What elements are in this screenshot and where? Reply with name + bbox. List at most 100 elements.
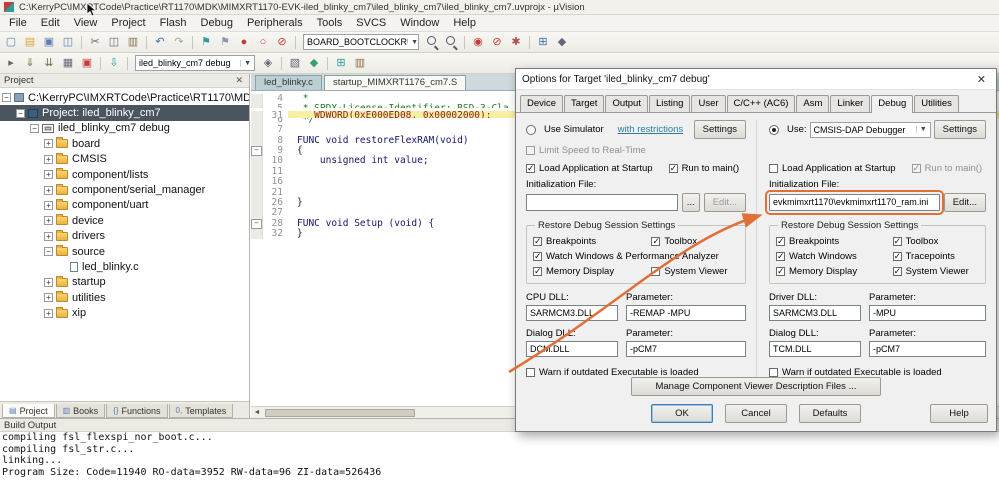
tree-expander-icon[interactable]: − <box>2 93 11 103</box>
books-icon[interactable]: ▥ <box>351 54 369 72</box>
find-in-files-icon[interactable] <box>423 33 441 51</box>
dialog-dll-input[interactable] <box>526 341 618 358</box>
search-icon[interactable] <box>442 33 460 51</box>
panel-tab-project[interactable]: ▤ Project <box>2 404 55 418</box>
tree-expander-icon[interactable]: + <box>44 277 53 287</box>
dialog-tab[interactable]: Utilities <box>914 95 959 112</box>
scroll-left-icon[interactable]: ◄ <box>251 409 263 416</box>
panel-tab-functions[interactable]: {} Functions <box>106 404 168 418</box>
new-file-icon[interactable]: ▢ <box>2 33 20 51</box>
menu-item[interactable]: Debug <box>194 16 240 30</box>
debugger-settings-button[interactable]: Settings <box>933 120 986 140</box>
dialog-tab[interactable]: Output <box>605 95 648 112</box>
run-to-main-checkbox[interactable]: Run to main() <box>668 163 739 174</box>
rebuild-icon[interactable]: ⇊ <box>40 54 58 72</box>
tree-expander-icon[interactable]: + <box>44 139 53 149</box>
tree-expander-icon[interactable]: + <box>44 231 53 241</box>
tree-expander-icon[interactable]: − <box>30 123 39 133</box>
dialog-param-input[interactable] <box>869 341 986 358</box>
tree-expander-icon[interactable]: − <box>16 108 25 118</box>
download-icon[interactable]: ⇩ <box>105 54 123 72</box>
stop-build-icon[interactable]: ▣ <box>78 54 96 72</box>
dialog-param-input[interactable] <box>626 341 746 358</box>
configure-icon[interactable]: ◆ <box>553 33 571 51</box>
dialog-tab[interactable]: User <box>691 95 726 112</box>
fold-icon[interactable] <box>251 135 263 146</box>
scroll-thumb[interactable] <box>265 408 415 417</box>
edit-init-button[interactable]: Edit... <box>943 192 986 212</box>
menu-item[interactable]: Flash <box>153 16 194 30</box>
use-simulator-radio[interactable]: Use Simulator <box>526 124 604 135</box>
file-extensions-icon[interactable]: ▧ <box>286 54 304 72</box>
menu-item[interactable]: Edit <box>34 16 67 30</box>
tree-expander-icon[interactable]: + <box>44 170 53 180</box>
editor-tab-led-blinky[interactable]: led_blinky.c <box>255 75 322 90</box>
tree-item-utilities[interactable]: + utilities <box>0 290 249 305</box>
cpu-dll-input[interactable] <box>526 305 618 322</box>
menu-item[interactable]: Peripherals <box>240 16 310 30</box>
init-file-input[interactable] <box>526 193 678 211</box>
tree-item-component-serial-manager[interactable]: + component/serial_manager <box>0 182 249 197</box>
ok-button[interactable]: OK <box>651 404 713 423</box>
tree-item-component-uart[interactable]: + component/uart <box>0 198 249 213</box>
batch-build-icon[interactable]: ▦ <box>59 54 77 72</box>
use-debugger-radio[interactable]: Use: <box>769 124 807 135</box>
warn-outdated-checkbox[interactable]: Warn if outdated Executable is loaded <box>526 367 699 378</box>
start-stop-debug-icon[interactable]: ◉ <box>469 33 487 51</box>
run-to-main-checkbox[interactable]: Run to main() <box>911 163 982 174</box>
tree-item-xip[interactable]: + xip <box>0 305 249 320</box>
simulator-settings-button[interactable]: Settings <box>693 120 746 140</box>
disable-breakpoint-icon[interactable]: ○ <box>254 33 272 51</box>
build-icon[interactable]: ⇓ <box>21 54 39 72</box>
dialog-tab[interactable]: Debug <box>871 95 914 113</box>
menu-item[interactable]: Project <box>104 16 152 30</box>
cut-icon[interactable]: ✂ <box>86 33 104 51</box>
dialog-tab[interactable]: Linker <box>830 95 871 112</box>
restore-checkbox[interactable]: Breakpoints <box>776 236 893 247</box>
menu-item[interactable]: Help <box>446 16 483 30</box>
insert-remove-breakpoint-icon[interactable]: ⊘ <box>488 33 506 51</box>
target-options-icon[interactable]: ◈ <box>259 54 277 72</box>
fold-icon[interactable] <box>251 166 263 178</box>
dialog-tab[interactable]: Target <box>564 95 605 112</box>
tree-item-cmsis[interactable]: + CMSIS <box>0 152 249 167</box>
load-app-checkbox[interactable]: Load Application at Startup <box>769 163 896 174</box>
close-icon[interactable]: ✕ <box>233 75 245 86</box>
browse-button[interactable]: ... <box>681 192 700 212</box>
menu-item[interactable]: Tools <box>310 16 350 30</box>
build-output-log[interactable]: compiling fsl_flexspi_nor_boot.c... compi… <box>0 432 999 478</box>
restrictions-link[interactable]: with restrictions <box>618 124 683 135</box>
chevron-down-icon[interactable]: ▼ <box>411 39 418 46</box>
manage-component-viewer-button[interactable]: Manage Component Viewer Description File… <box>631 377 881 396</box>
menu-item[interactable]: View <box>67 16 105 30</box>
fold-icon[interactable] <box>251 208 263 219</box>
panel-tab-books[interactable]: ▥ Books <box>55 404 106 418</box>
fold-icon[interactable] <box>251 187 263 198</box>
fold-icon[interactable] <box>251 156 263 167</box>
init-file-input[interactable] <box>765 189 944 215</box>
dialog-dll-input[interactable] <box>769 341 861 358</box>
tree-expander-icon[interactable]: + <box>44 200 53 210</box>
warn-outdated-checkbox[interactable]: Warn if outdated Executable is loaded <box>769 367 942 378</box>
tree-item-drivers[interactable]: + drivers <box>0 229 249 244</box>
debugger-select[interactable]: CMSIS-DAP Debugger ▼ <box>809 121 931 138</box>
copy-icon[interactable]: ◫ <box>105 33 123 51</box>
limit-speed-checkbox[interactable]: Limit Speed to Real-Time <box>526 145 646 156</box>
tree-expander-icon[interactable]: − <box>44 247 53 257</box>
prev-bookmark-icon[interactable]: ⚑ <box>216 33 234 51</box>
kill-breakpoints-icon[interactable]: ⊘ <box>273 33 291 51</box>
tree-item-target[interactable]: − iled_blinky_cm7 debug <box>0 121 249 136</box>
tree-item-device[interactable]: + device <box>0 213 249 228</box>
fold-icon[interactable] <box>251 177 263 188</box>
load-app-checkbox[interactable]: Load Application at Startup <box>526 163 653 174</box>
restore-checkbox[interactable]: Toolbox <box>651 236 739 247</box>
tree-item-led-blinky-c[interactable]: led_blinky.c <box>0 259 249 274</box>
fold-icon[interactable] <box>251 229 263 240</box>
fold-icon[interactable] <box>251 94 263 105</box>
save-icon[interactable]: ▣ <box>40 33 58 51</box>
fold-icon[interactable]: − <box>251 145 263 157</box>
fold-icon[interactable] <box>251 111 263 119</box>
restore-checkbox[interactable]: System Viewer <box>892 266 979 277</box>
defaults-button[interactable]: Defaults <box>799 404 861 423</box>
tree-item-startup[interactable]: + startup <box>0 275 249 290</box>
